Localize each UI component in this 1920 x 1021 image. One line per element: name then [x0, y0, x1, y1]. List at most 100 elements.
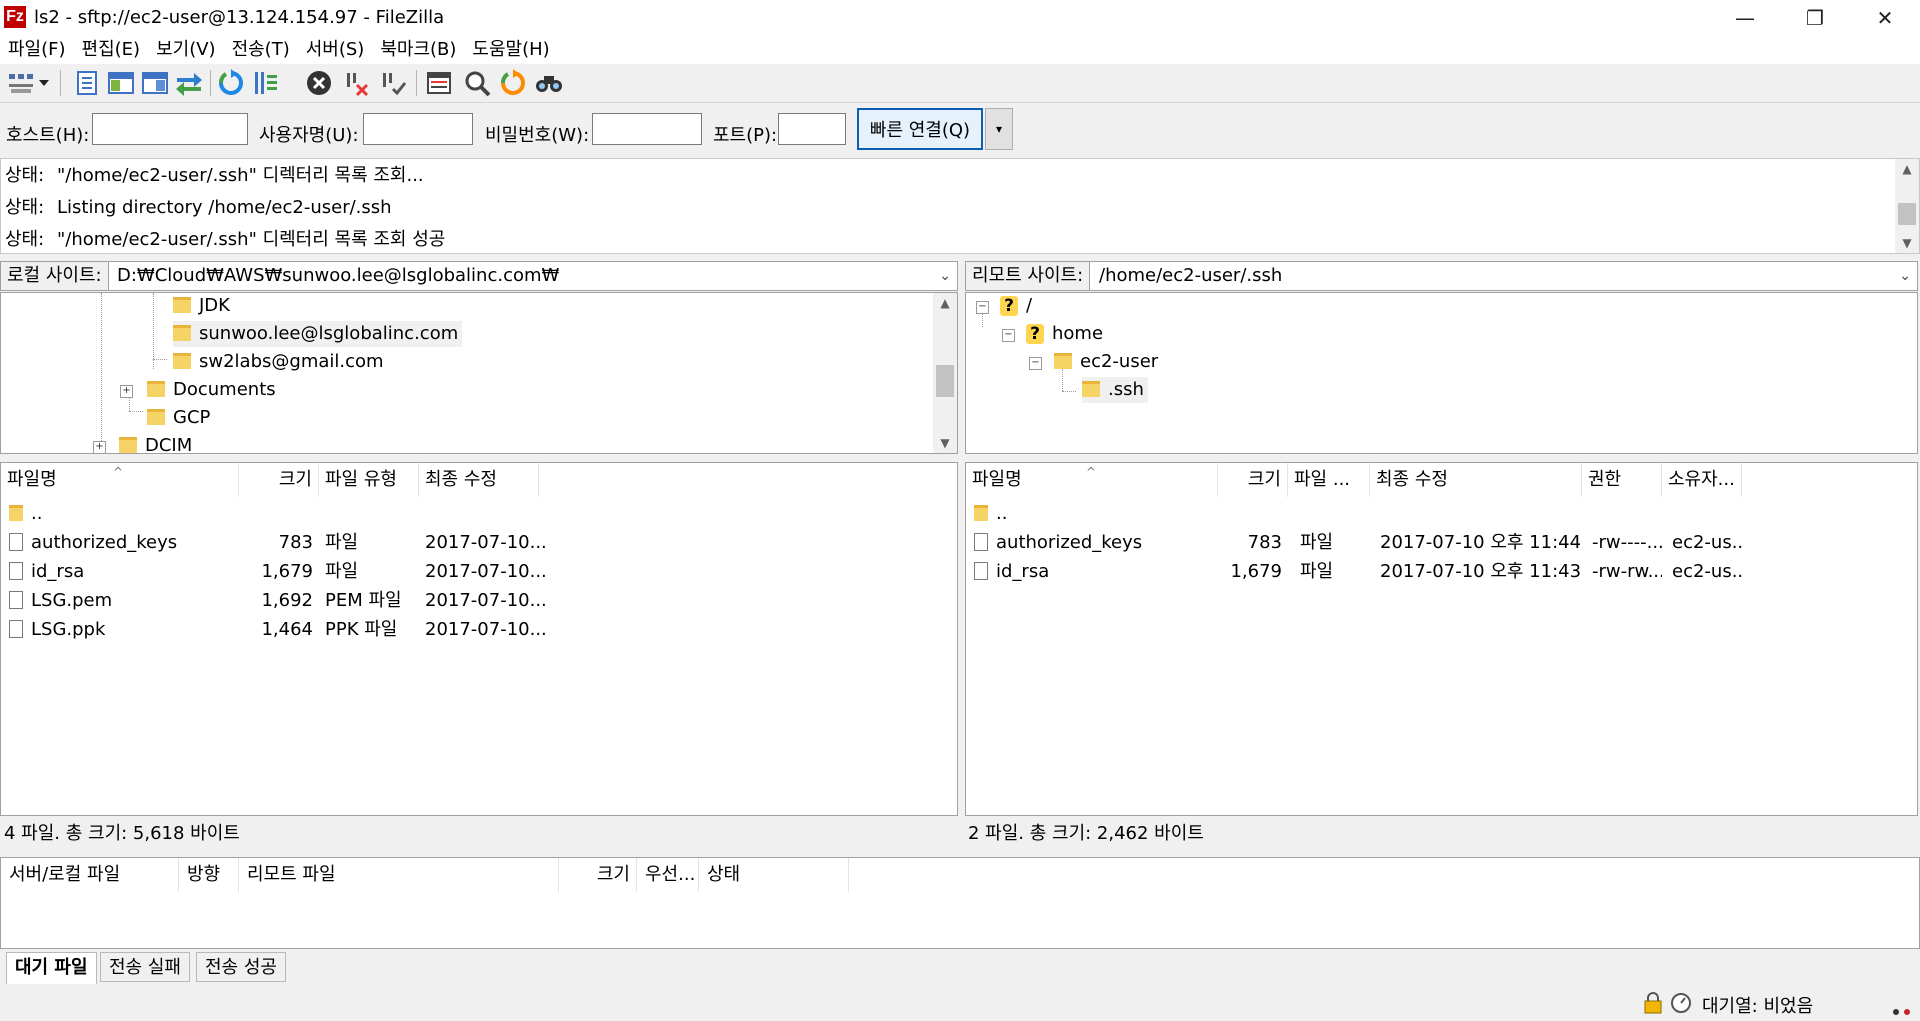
- remote-status-text: 2 파일. 총 크기: 2,462 바이트: [968, 818, 1204, 850]
- menu-edit[interactable]: 편집(E): [74, 36, 149, 64]
- menu-bookmarks[interactable]: 북마크(B): [372, 36, 464, 64]
- reconnect-icon[interactable]: [378, 68, 408, 98]
- search-icon[interactable]: [534, 68, 564, 98]
- file-modified: 2017-07-10...: [425, 590, 545, 611]
- expand-icon[interactable]: +: [120, 385, 133, 398]
- password-input[interactable]: [592, 113, 702, 145]
- menu-transfer[interactable]: 전송(T): [224, 36, 298, 64]
- scroll-thumb[interactable]: [1898, 203, 1916, 225]
- file-perms: -rw-rw...: [1592, 561, 1662, 582]
- column-header-modified[interactable]: 최종 수정: [1370, 463, 1582, 497]
- menu-help[interactable]: 도움말(H): [464, 36, 557, 64]
- chevron-down-icon[interactable]: ⌄: [1899, 262, 1911, 290]
- queue-column-remote[interactable]: 리모트 파일: [239, 858, 559, 892]
- chevron-down-icon[interactable]: ⌄: [939, 262, 951, 290]
- file-row[interactable]: id_rsa 1,679 파일 2017-07-10...: [1, 557, 957, 586]
- toggle-local-tree-icon[interactable]: [106, 68, 136, 98]
- toggle-queue-icon[interactable]: [174, 68, 204, 98]
- transfer-queue: 서버/로컬 파일 방향 리모트 파일 크기 우선... 상태: [0, 857, 1920, 949]
- scroll-down-icon[interactable]: ▼: [1895, 233, 1919, 253]
- username-input[interactable]: [363, 113, 473, 145]
- port-input[interactable]: [778, 113, 846, 145]
- close-button[interactable]: ✕: [1850, 0, 1920, 36]
- expand-icon[interactable]: +: [93, 441, 106, 453]
- minimize-button[interactable]: —: [1710, 0, 1780, 36]
- column-header-type[interactable]: 파일 ...: [1288, 463, 1370, 497]
- file-type: PEM 파일: [325, 590, 402, 611]
- refresh-icon[interactable]: [216, 68, 246, 98]
- tree-node[interactable]: Documents: [147, 377, 276, 403]
- tree-node[interactable]: ? /: [1000, 293, 1032, 319]
- remote-path-input[interactable]: /home/ec2-user/.ssh: [1099, 262, 1282, 290]
- collapse-icon[interactable]: −: [1029, 357, 1042, 370]
- scroll-up-icon[interactable]: ▲: [933, 293, 957, 313]
- column-header-type[interactable]: 파일 유형: [319, 463, 419, 497]
- scroll-thumb[interactable]: [936, 365, 954, 397]
- tab-queued-files[interactable]: 대기 파일: [6, 952, 97, 984]
- scroll-down-icon[interactable]: ▼: [933, 433, 957, 453]
- filter-icon[interactable]: [462, 68, 492, 98]
- cancel-icon[interactable]: [304, 68, 334, 98]
- file-row[interactable]: authorized_keys 783 파일 2017-07-10 오후 11:44.…: [966, 528, 1917, 557]
- folder-icon: [1082, 381, 1100, 397]
- column-header-size[interactable]: 크기: [1218, 463, 1288, 497]
- tree-node-selected[interactable]: .ssh: [1082, 377, 1148, 403]
- file-name: authorized_keys: [31, 532, 178, 553]
- tree-node[interactable]: GCP: [147, 405, 210, 431]
- scroll-up-icon[interactable]: ▲: [1895, 159, 1919, 179]
- queue-column-direction[interactable]: 방향: [179, 858, 239, 892]
- menu-server[interactable]: 서버(S): [298, 36, 373, 64]
- local-path-input[interactable]: D:₩Cloud₩AWS₩sunwoo.lee@lsglobalinc.com₩: [117, 262, 559, 290]
- tree-node[interactable]: JDK: [173, 293, 230, 319]
- quickconnect-button[interactable]: 빠른 연결(Q): [857, 108, 983, 150]
- site-manager-icon[interactable]: [6, 68, 36, 98]
- directory-compare-icon[interactable]: [424, 68, 454, 98]
- quickconnect-dropdown-button[interactable]: ▾: [985, 108, 1013, 150]
- column-header-permissions[interactable]: 권한: [1582, 463, 1662, 497]
- local-directory-tree: JDK sunwoo.lee@lsglobalinc.com sw2labs@g…: [0, 292, 958, 454]
- tree-node[interactable]: ? home: [1026, 321, 1103, 347]
- speed-limit-icon[interactable]: [1670, 992, 1692, 1019]
- file-name-cell: ..: [9, 499, 237, 528]
- file-row[interactable]: LSG.pem 1,692 PEM 파일 2017-07-10...: [1, 586, 957, 615]
- process-queue-icon[interactable]: [250, 68, 280, 98]
- file-row[interactable]: authorized_keys 783 파일 2017-07-10...: [1, 528, 957, 557]
- tree-node[interactable]: sw2labs@gmail.com: [173, 349, 384, 375]
- file-name: ..: [31, 503, 43, 524]
- remote-file-list-header: 파일명 ^ 크기 파일 ... 최종 수정 권한 소유자...: [966, 463, 1917, 497]
- dropdown-arrow-icon[interactable]: [36, 68, 52, 98]
- queue-column-server-local[interactable]: 서버/로컬 파일: [1, 858, 179, 892]
- column-header-filename[interactable]: 파일명 ^: [966, 463, 1218, 497]
- menu-file[interactable]: 파일(F): [0, 36, 74, 64]
- column-header-size[interactable]: 크기: [239, 463, 319, 497]
- file-owner-cell: ec2-us...: [1672, 528, 1742, 557]
- file-row[interactable]: LSG.ppk 1,464 PPK 파일 2017-07-10...: [1, 615, 957, 644]
- file-row[interactable]: ..: [966, 499, 1917, 528]
- tree-node[interactable]: ec2-user: [1054, 349, 1158, 375]
- tab-successful-transfers[interactable]: 전송 성공: [196, 952, 286, 982]
- queue-column-priority[interactable]: 우선...: [637, 858, 699, 892]
- toggle-log-icon[interactable]: [72, 68, 102, 98]
- queue-column-status[interactable]: 상태: [699, 858, 849, 892]
- disconnect-icon[interactable]: [342, 68, 372, 98]
- status-bar: 대기열: 비었음: [0, 984, 1920, 1020]
- column-header-filename[interactable]: 파일명 ^: [1, 463, 239, 497]
- local-tree-scrollbar[interactable]: ▲ ▼: [933, 293, 957, 453]
- column-header-owner[interactable]: 소유자...: [1662, 463, 1742, 497]
- file-row[interactable]: ..: [1, 499, 957, 528]
- queue-column-size[interactable]: 크기: [559, 858, 637, 892]
- menu-view[interactable]: 보기(V): [148, 36, 223, 64]
- tab-failed-transfers[interactable]: 전송 실패: [100, 952, 190, 982]
- toggle-remote-tree-icon[interactable]: [140, 68, 170, 98]
- file-icon: [9, 533, 23, 551]
- sync-browse-icon[interactable]: [498, 68, 528, 98]
- collapse-icon[interactable]: −: [1002, 329, 1015, 342]
- activity-lights-icon: [1892, 1000, 1912, 1021]
- tree-node[interactable]: DCIM: [119, 433, 192, 453]
- host-input[interactable]: [92, 113, 248, 145]
- tree-node-selected[interactable]: sunwoo.lee@lsglobalinc.com: [173, 321, 463, 347]
- file-row[interactable]: id_rsa 1,679 파일 2017-07-10 오후 11:43... -rw-r…: [966, 557, 1917, 586]
- column-header-modified[interactable]: 최종 수정: [419, 463, 539, 497]
- restore-button[interactable]: ❐: [1780, 0, 1850, 36]
- log-scrollbar[interactable]: ▲ ▼: [1895, 159, 1919, 253]
